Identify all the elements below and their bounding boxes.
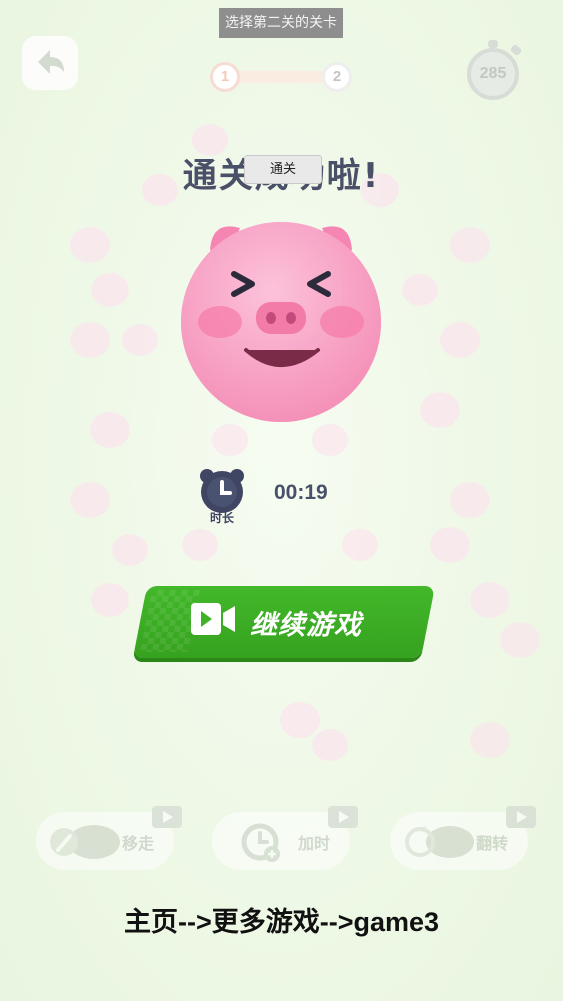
rotate-pig-icon [405,826,474,858]
watch-ad-icon [506,806,536,828]
progress-next-level: 2 [322,62,352,92]
level-select-label[interactable]: 选择第二关的关卡 [219,8,343,38]
add-time-tool-button[interactable]: 加时 [212,806,358,870]
remove-tool-label: 移走 [122,834,155,853]
countdown-timer: 285 [463,40,525,102]
continue-game-label: 继续游戏 [250,610,362,641]
timer-value: 285 [467,48,519,100]
duration-value: 00:19 [274,481,328,504]
video-camera-icon [191,603,235,635]
wrench-pig-icon [50,825,120,859]
duration-label: 时长 [209,511,234,525]
remove-tool-button[interactable]: 移走 [36,806,182,870]
watch-ad-icon [152,806,182,828]
clock-plus-icon [241,823,280,862]
watch-ad-icon [328,806,358,828]
back-button[interactable] [22,36,78,90]
flip-tool-label: 翻转 [476,834,509,853]
pig-mascot-icon [181,222,381,422]
add-time-tool-label: 加时 [298,834,331,853]
progress-current-level: 1 [210,62,240,92]
breadcrumb-footer: 主页-->更多游戏-->game3 [123,907,440,937]
progress-track [232,71,328,83]
title-tooltip: 通关 [244,155,322,184]
back-arrow-icon [38,50,64,74]
flip-tool-button[interactable]: 翻转 [390,806,536,870]
continue-game-button[interactable]: 继续游戏 [133,586,435,658]
level-progress: 1 2 [210,62,352,92]
